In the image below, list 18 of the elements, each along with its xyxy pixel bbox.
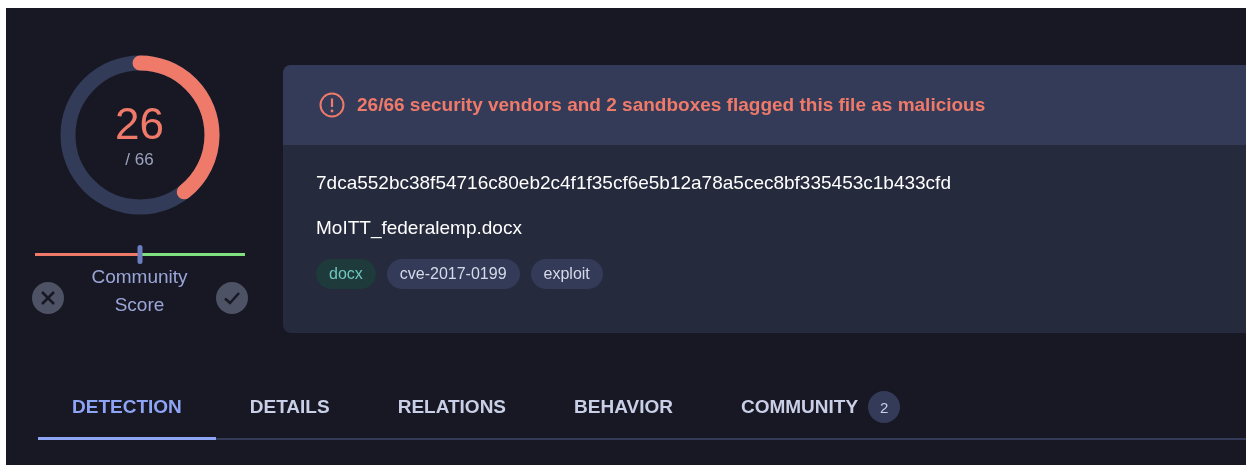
file-tag[interactable]: docx	[316, 259, 376, 289]
vendor-total: / 66	[125, 150, 154, 170]
file-name: MoITT_federalemp.docx	[316, 216, 523, 240]
close-icon[interactable]	[31, 282, 64, 314]
file-tag[interactable]: exploit	[530, 259, 603, 289]
check-icon[interactable]	[215, 282, 248, 314]
file-hash: 7dca552bc38f54716c80eb2c4f1f35cf6e5b12a78a5cec8bf335453c1b433cfd	[316, 171, 952, 195]
tab[interactable]: RELATIONS	[363, 381, 541, 440]
tab[interactable]: COMMUNITY 2	[706, 381, 935, 440]
detection-count: 26	[115, 100, 164, 148]
alert-message: 26/66 security vendors and 2 sandboxes flagged this file as malicious	[357, 94, 986, 116]
file-tag[interactable]: cve-2017-0199	[386, 259, 520, 289]
alert-icon	[319, 92, 345, 118]
community-score-label: Community Score	[90, 265, 189, 317]
count-badge: 2	[868, 391, 901, 423]
tab[interactable]: DETECTION	[38, 381, 216, 440]
tab[interactable]: BEHAVIOR	[540, 381, 707, 440]
tab[interactable]: DETAILS	[215, 381, 364, 440]
